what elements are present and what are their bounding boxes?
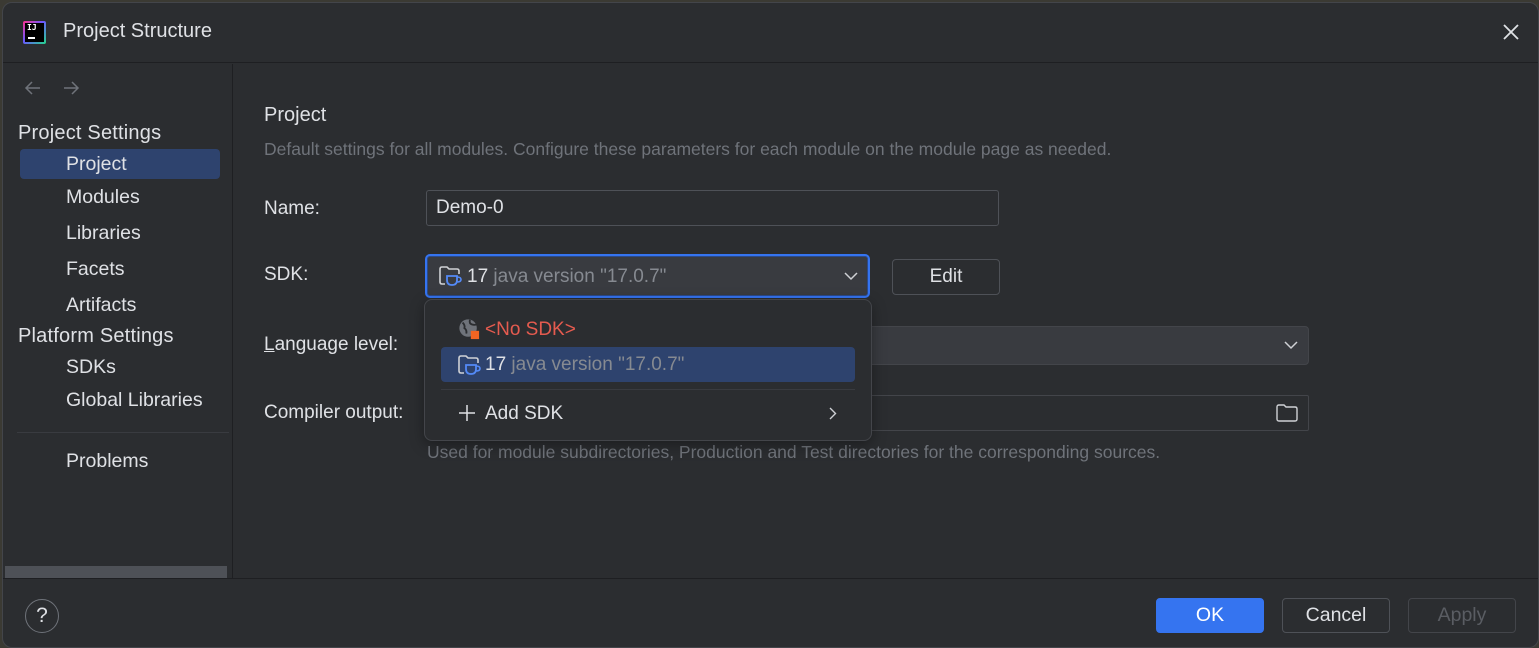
compiler-output-label: Compiler output:	[264, 402, 404, 423]
sdk-description: java version "17.0.7"	[493, 266, 667, 287]
sidebar-divider	[17, 432, 229, 433]
ok-button[interactable]: OK	[1156, 598, 1264, 633]
chevron-down-icon	[1284, 341, 1298, 350]
folder-icon[interactable]	[1276, 404, 1298, 422]
no-sdk-label: <No SDK>	[485, 319, 576, 340]
apply-button[interactable]: Apply	[1408, 598, 1516, 633]
back-arrow-icon[interactable]	[23, 78, 43, 98]
add-sdk-label: Add SDK	[485, 403, 564, 424]
plus-icon	[459, 405, 475, 421]
help-button[interactable]: ?	[25, 599, 59, 633]
title-bar: IJ Project Structure	[3, 3, 1538, 63]
sidebar: Project Settings Project Modules Librari…	[3, 64, 233, 578]
sdk-combobox[interactable]: 17 java version "17.0.7"	[425, 254, 870, 298]
sidebar-item-project[interactable]: Project	[20, 149, 220, 179]
globe-warning-icon	[459, 319, 480, 340]
app-icon-text: IJ	[27, 23, 37, 32]
intellij-app-icon: IJ	[23, 21, 46, 44]
jdk-folder-icon	[439, 266, 462, 286]
popup-divider	[441, 389, 855, 390]
compiler-output-hint: Used for module subdirectories, Producti…	[427, 442, 1161, 462]
language-level-mnemonic: L	[264, 334, 275, 355]
popup-item-add-sdk[interactable]: Add SDK	[441, 396, 855, 431]
sidebar-item-sdks[interactable]: SDKs	[20, 352, 220, 382]
edit-sdk-button[interactable]: Edit	[892, 259, 1000, 295]
cancel-button[interactable]: Cancel	[1282, 598, 1390, 633]
forward-arrow-icon[interactable]	[61, 78, 81, 98]
jdk-folder-icon	[458, 355, 481, 375]
chevron-down-icon	[844, 272, 858, 281]
sidebar-item-problems[interactable]: Problems	[20, 446, 220, 476]
language-level-label-text: anguage level:	[274, 334, 399, 355]
popup-item-jdk-17[interactable]: 17 java version "17.0.7"	[441, 347, 855, 382]
window-title: Project Structure	[63, 20, 212, 42]
sidebar-item-global-libraries[interactable]: Global Libraries	[20, 385, 220, 415]
popup-jdk-description: java version "17.0.7"	[511, 354, 685, 375]
sidebar-item-libraries[interactable]: Libraries	[20, 218, 220, 248]
sidebar-horizontal-scrollbar[interactable]	[5, 566, 227, 578]
section-header-project-settings: Project Settings	[18, 122, 162, 144]
name-label: Name:	[264, 198, 320, 219]
sdk-label: SDK:	[264, 264, 309, 285]
section-header-platform-settings: Platform Settings	[18, 325, 174, 347]
close-icon[interactable]	[1500, 21, 1522, 43]
project-name-input[interactable]: Demo-0	[426, 190, 999, 226]
sidebar-item-artifacts[interactable]: Artifacts	[20, 290, 220, 320]
page-title: Project	[264, 104, 327, 126]
compiler-output-input[interactable]	[854, 395, 1309, 431]
popup-jdk-version: 17	[485, 354, 507, 375]
sidebar-item-modules[interactable]: Modules	[20, 182, 220, 212]
page-description: Default settings for all modules. Config…	[264, 139, 1112, 159]
language-level-combobox[interactable]	[854, 326, 1309, 365]
language-level-label: Language level:	[264, 334, 398, 356]
sdk-dropdown-popup: <No SDK> 17 java version "17.0.7" Add SD…	[424, 299, 872, 441]
sdk-version: 17	[467, 266, 489, 287]
sidebar-item-facets[interactable]: Facets	[20, 254, 220, 284]
popup-item-no-sdk[interactable]: <No SDK>	[441, 312, 855, 347]
dialog-footer: ? OK Cancel Apply	[3, 578, 1538, 647]
chevron-right-icon	[829, 407, 837, 420]
